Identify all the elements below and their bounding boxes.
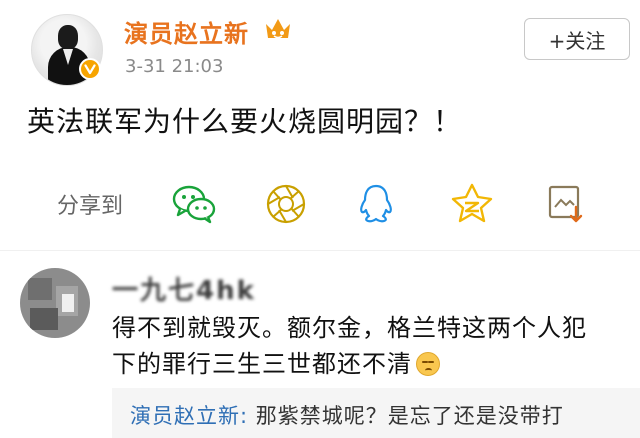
comment-line-1: 得不到就毁灭。额尔金，格兰特这两个人犯 (112, 314, 587, 342)
comment-text: 得不到就毁灭。额尔金，格兰特这两个人犯 下的罪行三生三世都还不清 (112, 310, 622, 382)
sad-face-emoji-icon (416, 352, 440, 376)
post-timestamp: 3-31 21:03 (125, 56, 224, 77)
post-text: 英法联军为什么要火烧圆明园？！ (27, 105, 463, 138)
moments-icon[interactable] (260, 178, 312, 230)
qzone-icon[interactable] (446, 178, 498, 230)
reply-text: 演员赵立新: 那紫禁城呢？是忘了还是没带打 (130, 400, 564, 430)
section-divider (0, 250, 640, 251)
member-crown-icon (264, 16, 292, 42)
comment-line-2: 下的罪行三生三世都还不清 (112, 346, 622, 382)
reply-author[interactable]: 演员赵立新: (130, 404, 248, 428)
author-name[interactable]: 演员赵立新 (124, 14, 249, 49)
commenter-avatar[interactable] (20, 268, 90, 338)
wechat-icon[interactable] (168, 178, 220, 230)
save-image-icon[interactable] (540, 178, 592, 230)
follow-button[interactable]: +关注 (524, 18, 630, 60)
commenter-name[interactable]: 一九七4hk (112, 270, 256, 307)
reply-content: 那紫禁城呢？是忘了还是没带打 (248, 404, 564, 428)
qq-icon[interactable] (350, 178, 402, 230)
verified-badge-icon (79, 58, 101, 80)
share-label: 分享到 (57, 194, 124, 219)
